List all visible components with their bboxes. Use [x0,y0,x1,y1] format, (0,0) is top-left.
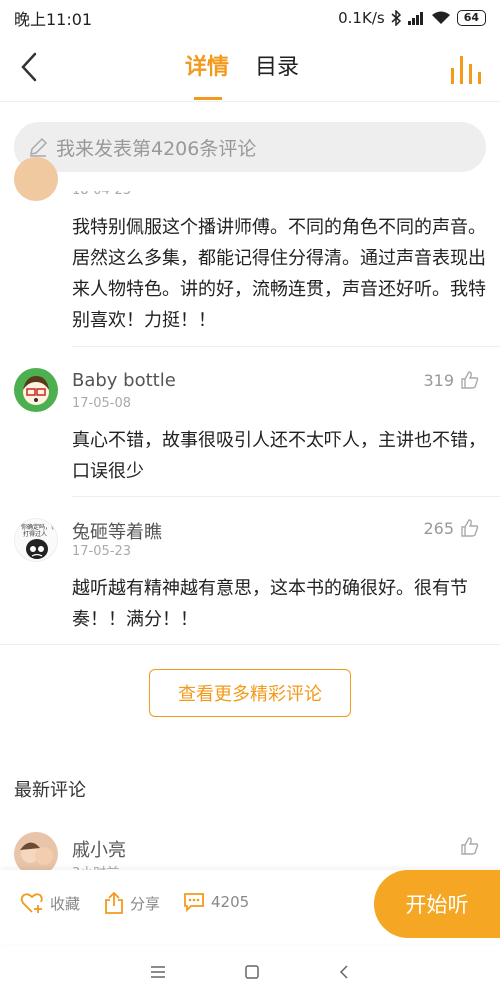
equalizer-icon[interactable] [448,54,482,84]
status-bar: 晚上11:01 0.1K/s 64 [0,0,500,36]
divider [72,496,500,497]
comment-body: 越听越有精神越有意思，这本书的确很好。很有节奏！！满分！！ [72,578,468,630]
bluetooth-icon [391,10,401,26]
view-more-comments-button[interactable]: 查看更多精彩评论 [149,669,351,717]
status-indicators: 0.1K/s 64 [338,9,486,27]
like-count: 265 [423,518,454,538]
bottom-action-bar: 收藏 分享 4205 开始听 [0,870,500,944]
comment-input-placeholder: 我来发表第4206条评论 [56,137,257,160]
svg-text:你确定吗，你: 你确定吗，你 [21,523,57,531]
comment-count: 4205 [211,893,250,911]
tab-details[interactable]: 详情 [185,50,229,100]
system-navigation [0,944,500,1000]
pencil-icon [30,137,48,157]
collect-button[interactable]: 收藏 [20,892,80,914]
comment-icon [184,893,204,912]
like-button[interactable]: 319 [423,370,480,390]
comment-body: 我特别佩服这个播讲师傅。不同的角色不同的声音。居然这么多集，都能记得住分得清。通… [72,217,486,331]
section-title: 最新评论 [14,780,86,801]
avatar [14,157,58,201]
like-button[interactable]: 265 [423,518,480,538]
start-listening-button[interactable]: 开始听 [374,870,500,938]
status-time: 晚上11:01 [14,10,93,29]
cartoon-avatar-icon [23,376,49,405]
comment-button[interactable]: 4205 [183,892,249,912]
battery-indicator: 64 [456,10,486,26]
top-navigation: 详情 目录 [0,36,500,102]
comment-input[interactable]: 我来发表第4206条评论 [14,122,486,172]
comment-username[interactable]: 戚小亮 [72,836,126,862]
wifi-icon [431,11,450,24]
share-button[interactable]: 分享 [104,892,160,914]
svg-text:打得过人: 打得过人 [23,530,47,538]
signal-icon [407,12,423,25]
back-icon[interactable] [338,964,350,980]
comment-date: 18-04-23 [72,183,132,198]
network-speed: 0.1K/s [338,9,385,27]
share-icon [105,892,123,914]
heart-plus-icon [20,893,43,913]
comment-date: 17-05-08 [72,396,132,411]
divider [72,346,500,347]
comment-username[interactable]: 兔砸等着瞧 [72,518,162,544]
divider [0,644,500,645]
back-button[interactable] [14,50,44,84]
comment-date: 17-05-23 [72,544,132,559]
share-label: 分享 [130,894,161,913]
like-count: 319 [423,370,454,390]
avatar [14,368,58,412]
comment-body: 真心不错，故事很吸引人还不太吓人，主讲也不错，口误很少 [72,430,486,482]
thumbs-up-icon [461,837,479,855]
thumbs-up-icon [461,519,479,537]
back-arrow-icon [21,52,37,82]
sticker-avatar-icon: 你确定吗，你 打得过人 [21,523,57,559]
avatar: 你确定吗，你 打得过人 [14,518,58,562]
like-button[interactable] [460,836,480,856]
tab-catalog[interactable]: 目录 [255,50,299,86]
thumbs-up-icon [461,371,479,389]
collect-label: 收藏 [50,894,81,913]
comment-username[interactable]: Baby bottle [72,370,176,391]
tab-bar: 详情 目录 [185,50,299,100]
menu-icon[interactable] [150,965,166,979]
home-icon[interactable] [244,964,260,980]
